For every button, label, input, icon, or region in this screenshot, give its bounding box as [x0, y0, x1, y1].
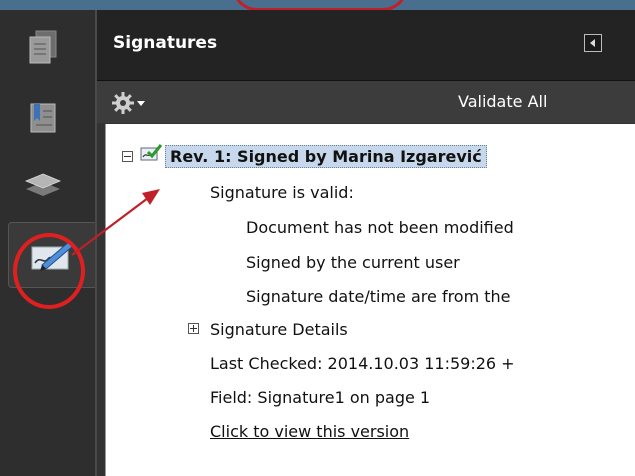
layers-tool-button[interactable] [18, 160, 68, 210]
validity-detail: Document has not been modified [246, 218, 514, 237]
last-checked-text: Last Checked: 2014.10.03 11:59:26 + [210, 354, 515, 373]
view-version-link[interactable]: Click to view this version [210, 422, 409, 441]
signature-details-label[interactable]: Signature Details [210, 320, 348, 339]
pages-icon [29, 30, 57, 64]
window-top-strip [0, 0, 635, 11]
navigation-sidebar [0, 10, 95, 476]
collapse-signature-toggle[interactable] [122, 151, 133, 162]
signatures-list: Rev. 1: Signed by Marina Izgarević Signa… [105, 124, 635, 476]
signature-valid-icon [140, 144, 163, 161]
panel-header: Signatures [97, 10, 635, 81]
validate-all-button[interactable]: Validate All [458, 92, 547, 111]
signature-entry[interactable]: Rev. 1: Signed by Marina Izgarević [165, 145, 487, 168]
signature-status: Signature is valid: [210, 183, 354, 202]
validity-detail: Signed by the current user [246, 253, 460, 272]
panel-title: Signatures [113, 33, 218, 53]
signatures-tool-button[interactable] [8, 222, 95, 288]
bookmarks-tool-button[interactable] [18, 93, 68, 143]
layers-icon [24, 173, 62, 196]
expand-details-toggle[interactable] [188, 323, 199, 334]
validity-detail: Signature date/time are from the [246, 287, 511, 306]
gear-icon [112, 92, 134, 114]
panel-toolbar: Validate All [97, 81, 635, 123]
chevron-down-icon [137, 100, 145, 106]
signature-field-text: Field: Signature1 on page 1 [210, 388, 431, 407]
pages-tool-button[interactable] [18, 22, 68, 72]
signature-pen-icon [31, 240, 75, 271]
options-menu-button[interactable] [111, 90, 161, 116]
collapse-panel-button[interactable] [584, 34, 602, 52]
signatures-panel: Signatures Validate All Rev. 1: Signed b… [95, 10, 635, 476]
bookmarks-icon [30, 103, 56, 133]
